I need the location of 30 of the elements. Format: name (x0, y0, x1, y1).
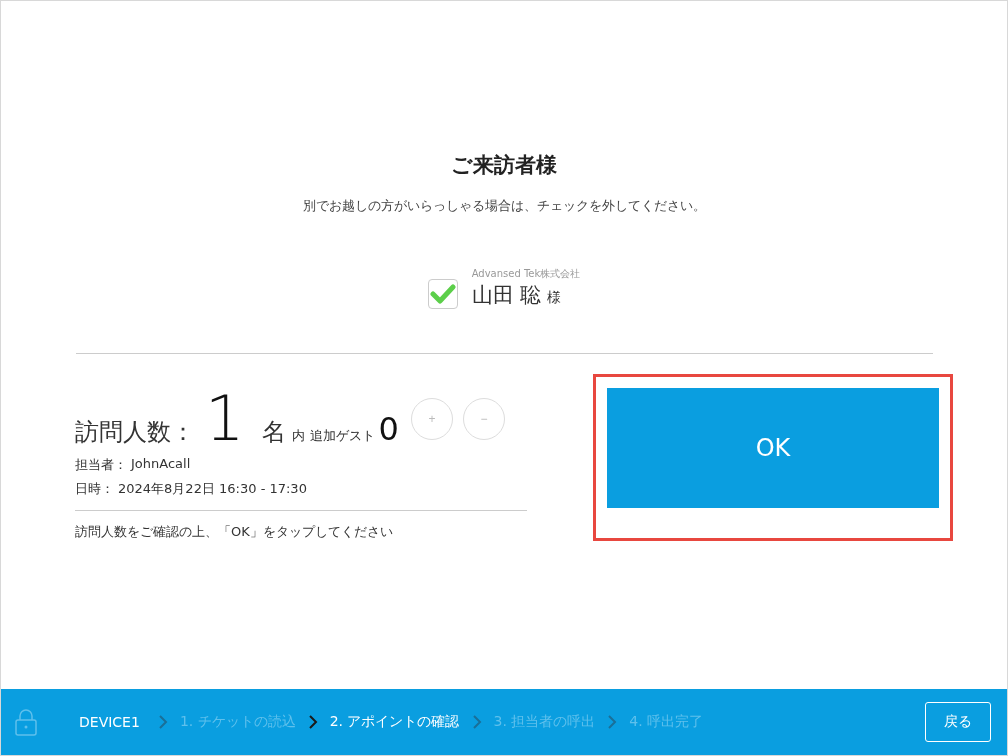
step-label: 1. チケットの読込 (179, 713, 296, 731)
chevron-icon (307, 714, 318, 730)
lock-icon (15, 708, 37, 736)
count-unit: 名 (262, 417, 287, 448)
chevron-icon (157, 714, 168, 730)
guest-count: 0 (378, 410, 399, 448)
checkbox[interactable] (427, 279, 458, 309)
visitor-name: 山田 聡 (471, 282, 542, 309)
step-label: 3. 担当者の呼出 (493, 713, 596, 731)
plus-button[interactable]: + (410, 398, 453, 440)
page-title: ご来訪者様 (451, 152, 557, 179)
subtitle: 別でお越しの方がいらっしゃる場合は、チェックを外してください。 (302, 197, 706, 215)
ok-button[interactable]: OK (607, 388, 939, 508)
chevron-icon (471, 714, 482, 730)
company-name: Advansed Tek株式会社 (471, 267, 581, 281)
device-name: DEVICE1 (79, 714, 140, 730)
detail-value: JohnAcall (131, 456, 191, 473)
step-label: 4. 呼出完了 (629, 713, 704, 731)
back-button[interactable]: 戻る (925, 702, 991, 742)
count-label: 訪問人数： (75, 417, 195, 448)
instruction-text: 訪問人数をご確認の上、「OK」をタップしてください (75, 523, 394, 541)
count-value: 1 (205, 388, 245, 450)
chevron-icon (607, 714, 618, 730)
honorific: 様 (547, 289, 562, 307)
guest-label: 内 追加ゲスト (292, 427, 375, 445)
detail-label: 日時： (75, 480, 114, 498)
detail-value: 2024年8月22日 16:30 - 17:30 (118, 480, 307, 498)
detail-label: 担当者： (75, 456, 127, 474)
minus-button[interactable]: − (462, 398, 505, 440)
step-label: 2. アポイントの確認 (329, 713, 460, 731)
